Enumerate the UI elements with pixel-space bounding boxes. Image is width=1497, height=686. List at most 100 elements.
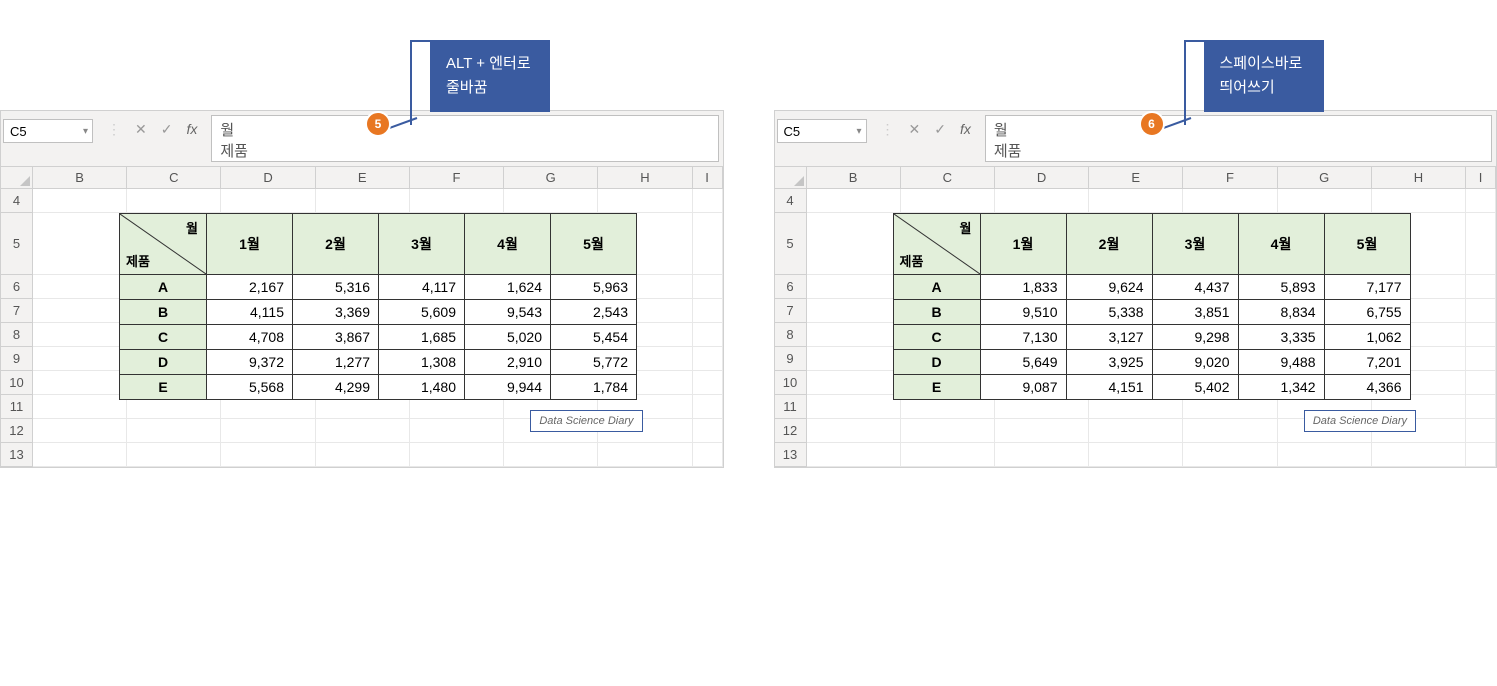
cell[interactable] xyxy=(807,213,901,275)
column-header[interactable]: D xyxy=(995,167,1089,189)
cell[interactable] xyxy=(33,443,127,467)
data-cell[interactable]: 7,130 xyxy=(980,325,1066,350)
data-cell[interactable]: 4,299 xyxy=(293,375,379,400)
cell[interactable] xyxy=(598,443,692,467)
cell[interactable] xyxy=(221,189,315,213)
data-cell[interactable]: 2,543 xyxy=(551,300,637,325)
cell[interactable] xyxy=(33,395,127,419)
cell[interactable] xyxy=(1466,443,1496,467)
cell[interactable] xyxy=(995,419,1089,443)
cell[interactable] xyxy=(33,299,127,323)
data-cell[interactable]: 2,910 xyxy=(465,350,551,375)
cell[interactable] xyxy=(1372,443,1466,467)
cell[interactable] xyxy=(693,323,723,347)
data-cell[interactable]: 2,167 xyxy=(207,275,293,300)
cell[interactable] xyxy=(410,189,504,213)
month-header[interactable]: 1월 xyxy=(207,214,293,275)
select-all-corner[interactable] xyxy=(775,167,807,189)
data-cell[interactable]: 5,609 xyxy=(379,300,465,325)
month-header[interactable]: 4월 xyxy=(1238,214,1324,275)
cell[interactable] xyxy=(1466,323,1496,347)
data-cell[interactable]: 1,342 xyxy=(1238,375,1324,400)
cell[interactable] xyxy=(693,275,723,299)
data-cell[interactable]: 3,127 xyxy=(1066,325,1152,350)
fx-icon[interactable]: fx xyxy=(186,121,197,137)
data-cell[interactable]: 9,624 xyxy=(1066,275,1152,300)
cell[interactable] xyxy=(693,299,723,323)
data-cell[interactable]: 9,510 xyxy=(980,300,1066,325)
cell[interactable] xyxy=(504,189,598,213)
row-header[interactable]: 7 xyxy=(1,299,33,323)
cell[interactable] xyxy=(995,443,1089,467)
data-cell[interactable]: 5,963 xyxy=(551,275,637,300)
cell[interactable] xyxy=(693,347,723,371)
month-header[interactable]: 1월 xyxy=(980,214,1066,275)
cell[interactable] xyxy=(33,213,127,275)
product-label[interactable]: C xyxy=(120,325,207,350)
data-cell[interactable]: 1,480 xyxy=(379,375,465,400)
data-cell[interactable]: 6,755 xyxy=(1324,300,1410,325)
cell[interactable] xyxy=(693,371,723,395)
cell[interactable] xyxy=(1466,371,1496,395)
month-header[interactable]: 5월 xyxy=(551,214,637,275)
row-header[interactable]: 4 xyxy=(775,189,807,213)
row-header[interactable]: 5 xyxy=(1,213,33,275)
data-table[interactable]: 월제품1월2월3월4월5월A2,1675,3164,1171,6245,963B… xyxy=(119,213,637,400)
product-label[interactable]: D xyxy=(893,350,980,375)
data-cell[interactable]: 1,685 xyxy=(379,325,465,350)
data-cell[interactable]: 9,543 xyxy=(465,300,551,325)
row-header[interactable]: 9 xyxy=(775,347,807,371)
row-header[interactable]: 8 xyxy=(775,323,807,347)
data-cell[interactable]: 4,115 xyxy=(207,300,293,325)
data-cell[interactable]: 5,454 xyxy=(551,325,637,350)
formula-bar-input[interactable]: 월 제품 xyxy=(211,115,718,162)
row-header[interactable]: 8 xyxy=(1,323,33,347)
data-cell[interactable]: 1,062 xyxy=(1324,325,1410,350)
cell[interactable] xyxy=(127,419,221,443)
data-cell[interactable]: 5,649 xyxy=(980,350,1066,375)
data-cell[interactable]: 7,201 xyxy=(1324,350,1410,375)
cell[interactable] xyxy=(1183,443,1277,467)
column-header[interactable]: B xyxy=(33,167,127,189)
product-label[interactable]: A xyxy=(120,275,207,300)
cell[interactable] xyxy=(693,213,723,275)
column-header[interactable]: C xyxy=(127,167,221,189)
data-cell[interactable]: 5,568 xyxy=(207,375,293,400)
cell[interactable] xyxy=(807,395,901,419)
row-header[interactable]: 6 xyxy=(1,275,33,299)
cell[interactable] xyxy=(221,419,315,443)
data-cell[interactable]: 1,784 xyxy=(551,375,637,400)
data-cell[interactable]: 1,308 xyxy=(379,350,465,375)
spreadsheet-grid[interactable]: BCDEFGHI45678910111213월제품1월2월3월4월5월A1,83… xyxy=(775,167,1497,467)
formula-bar-input[interactable]: 월 제품 xyxy=(985,115,1492,162)
data-cell[interactable]: 5,402 xyxy=(1152,375,1238,400)
column-header[interactable]: E xyxy=(1089,167,1183,189)
cell[interactable] xyxy=(316,189,410,213)
cell[interactable] xyxy=(410,443,504,467)
cell[interactable] xyxy=(1372,189,1466,213)
data-cell[interactable]: 5,893 xyxy=(1238,275,1324,300)
cell[interactable] xyxy=(1089,419,1183,443)
data-cell[interactable]: 5,020 xyxy=(465,325,551,350)
column-header[interactable]: H xyxy=(1372,167,1466,189)
cell[interactable] xyxy=(127,189,221,213)
column-header[interactable]: I xyxy=(693,167,723,189)
data-cell[interactable]: 3,925 xyxy=(1066,350,1152,375)
cell[interactable] xyxy=(807,347,901,371)
cell[interactable] xyxy=(807,323,901,347)
column-header[interactable]: G xyxy=(504,167,598,189)
data-cell[interactable]: 9,944 xyxy=(465,375,551,400)
cell[interactable] xyxy=(33,323,127,347)
cell[interactable] xyxy=(1466,189,1496,213)
product-label[interactable]: E xyxy=(893,375,980,400)
column-header[interactable]: E xyxy=(316,167,410,189)
cell[interactable] xyxy=(807,189,901,213)
cell[interactable] xyxy=(901,189,995,213)
cell[interactable] xyxy=(693,189,723,213)
data-cell[interactable]: 4,117 xyxy=(379,275,465,300)
diagonal-header-cell[interactable]: 월제품 xyxy=(893,214,980,275)
cell[interactable] xyxy=(1466,419,1496,443)
row-header[interactable]: 12 xyxy=(775,419,807,443)
cell[interactable] xyxy=(807,419,901,443)
cell[interactable] xyxy=(127,443,221,467)
